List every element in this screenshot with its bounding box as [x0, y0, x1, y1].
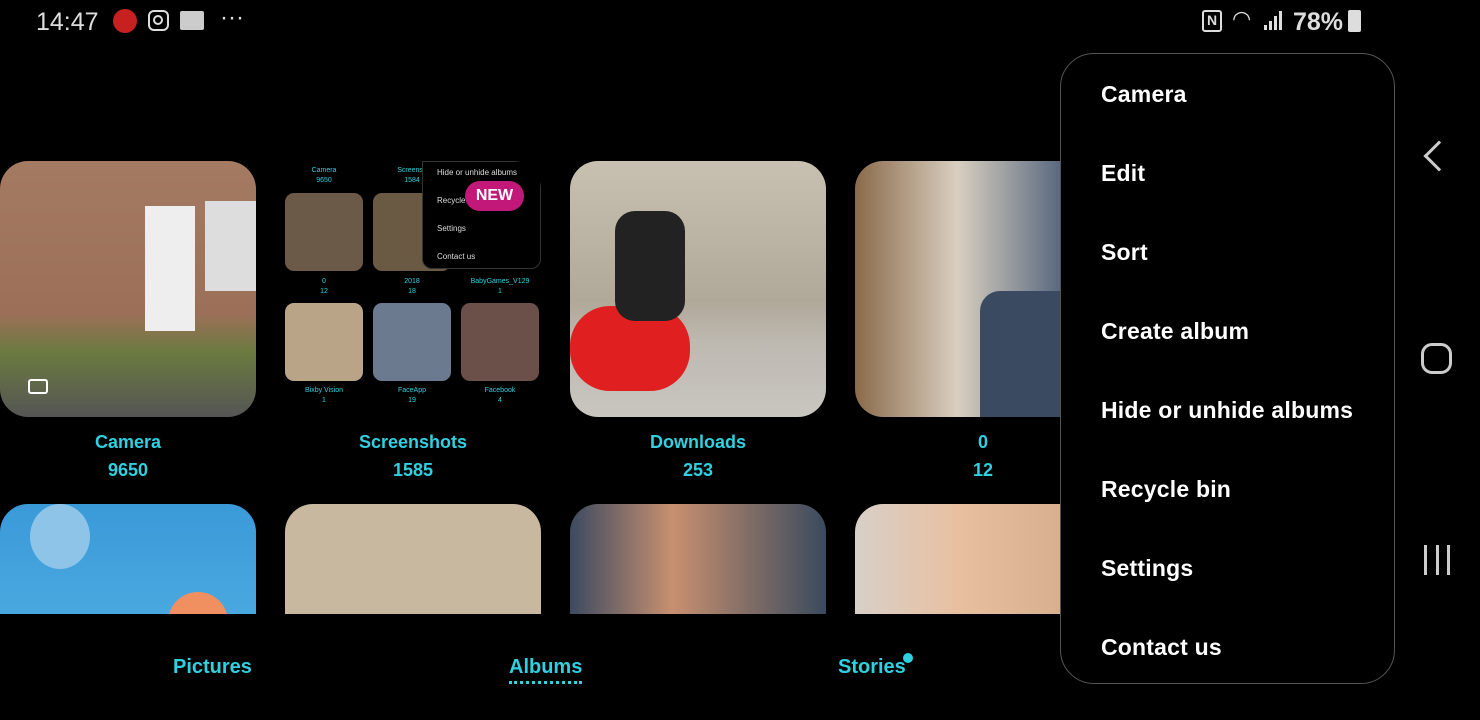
camera-icon	[28, 379, 48, 394]
album-thumb[interactable]	[285, 504, 541, 614]
album-thumb-0[interactable]	[855, 161, 1060, 417]
album-thumb[interactable]	[570, 504, 826, 614]
album-thumb-screenshots[interactable]: Camera 9650 Screensh 1584 0 12 2018 18 B…	[285, 161, 541, 417]
battery-percent: 78%	[1293, 8, 1344, 36]
mini-label: 0	[322, 278, 326, 285]
instagram-icon	[148, 10, 169, 31]
antutu-icon	[113, 9, 137, 33]
battery-icon	[1348, 10, 1361, 32]
more-icon: ···	[220, 4, 244, 31]
menu-item-contact-us[interactable]: Contact us	[1101, 634, 1222, 661]
menu-item-recycle-bin[interactable]: Recycle bin	[1101, 476, 1231, 503]
mini-count: 19	[408, 397, 416, 404]
nav-pictures[interactable]: Pictures	[173, 656, 252, 679]
menu-item-settings[interactable]: Settings	[1101, 555, 1193, 582]
mini-label: Bixby Vision	[304, 387, 343, 394]
home-icon[interactable]	[1421, 343, 1452, 374]
back-icon[interactable]	[1423, 140, 1455, 172]
mini-count: 1	[498, 288, 502, 295]
new-dot-indicator	[903, 653, 913, 663]
mini-label: Facebook	[484, 387, 516, 394]
mini-label: FaceApp	[397, 387, 427, 394]
menu-item-hide-unhide[interactable]: Hide or unhide albums	[1101, 397, 1353, 424]
album-thumb[interactable]	[0, 504, 256, 614]
mini-label: Camera	[311, 167, 337, 174]
album-count: 253	[682, 460, 714, 480]
album-count: 9650	[107, 460, 149, 480]
album-name[interactable]: Screenshots	[285, 432, 541, 453]
mini-menu-item: Settings	[437, 224, 466, 233]
overflow-menu: Camera Edit Sort Create album Hide or un…	[1060, 53, 1395, 684]
nav-stories[interactable]: Stories	[838, 656, 906, 679]
nfc-icon: N	[1202, 10, 1222, 32]
mini-menu-item: Hide or unhide albums	[437, 168, 518, 177]
new-badge: NEW	[465, 181, 524, 211]
mini-count: 12	[320, 288, 328, 295]
album-name[interactable]: Downloads	[570, 432, 826, 453]
wifi-icon: ◠	[1232, 6, 1252, 31]
menu-item-create-album[interactable]: Create album	[1101, 318, 1249, 345]
album-thumb[interactable]	[855, 504, 1060, 614]
mini-count: 18	[408, 288, 416, 295]
outlook-icon	[180, 11, 204, 30]
nav-albums[interactable]: Albums	[509, 656, 583, 684]
mini-label: BabyGames_V129	[470, 278, 530, 285]
album-count: 1585	[392, 460, 434, 480]
album-thumb-camera[interactable]	[0, 161, 256, 417]
album-thumb-downloads[interactable]	[570, 161, 826, 417]
menu-item-sort[interactable]: Sort	[1101, 239, 1148, 266]
mini-count: 9650	[316, 177, 332, 184]
mini-menu-item: Recycle	[437, 196, 466, 205]
signal-icon	[1264, 10, 1282, 30]
recents-icon[interactable]	[1424, 545, 1450, 575]
menu-item-camera[interactable]: Camera	[1101, 81, 1187, 108]
mini-count: 4	[498, 397, 502, 404]
album-name[interactable]: Camera	[0, 432, 256, 453]
status-time: 14:47	[36, 8, 99, 36]
mini-menu-item: Contact us	[437, 252, 476, 261]
mini-label: 2018	[404, 278, 420, 285]
mini-count: 1	[322, 397, 326, 404]
menu-item-edit[interactable]: Edit	[1101, 160, 1145, 187]
